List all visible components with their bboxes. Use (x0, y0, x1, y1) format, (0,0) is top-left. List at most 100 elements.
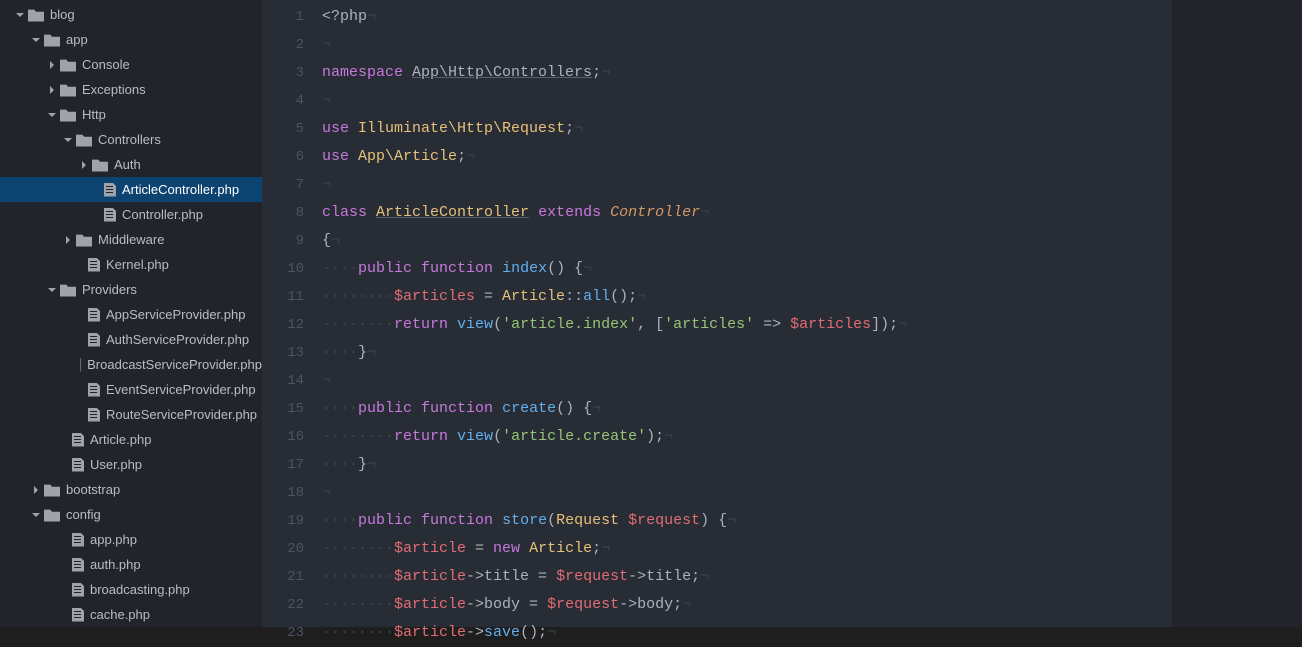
line-number: 14 (262, 367, 322, 395)
tree-item-auth-php[interactable]: auth.php (0, 552, 262, 577)
chevron-right-icon[interactable] (64, 236, 72, 244)
token-ws: ¬ (700, 204, 709, 221)
token-ws: ¬ (664, 428, 673, 445)
token-op: , [ (637, 316, 664, 333)
code-line[interactable]: <?php¬ (322, 3, 1302, 31)
code-line[interactable]: ········$article->body = $request->body;… (322, 591, 1302, 619)
tree-item-label: Controllers (98, 132, 161, 147)
file-icon (104, 183, 116, 197)
code-line[interactable]: ¬ (322, 31, 1302, 59)
token-op: ]); (871, 316, 898, 333)
tree-item-http[interactable]: Http (0, 102, 262, 127)
tree-item-authserviceprovider-php[interactable]: AuthServiceProvider.php (0, 327, 262, 352)
chevron-down-icon[interactable] (48, 111, 56, 119)
chevron-down-icon[interactable] (32, 511, 40, 519)
code-editor[interactable]: 1234567891011121314151617181920212223 <?… (262, 0, 1302, 627)
tree-item-auth[interactable]: Auth (0, 152, 262, 177)
file-tree-sidebar[interactable]: blog appConsole Exceptions Http Controllers A… (0, 0, 262, 627)
tree-item-app[interactable]: app (0, 27, 262, 52)
code-line[interactable]: ¬ (322, 479, 1302, 507)
code-line[interactable]: namespace App\Http\Controllers;¬ (322, 59, 1302, 87)
code-line[interactable]: ····}¬ (322, 451, 1302, 479)
tree-item-appserviceprovider-php[interactable]: AppServiceProvider.php (0, 302, 262, 327)
token-var: $request (547, 596, 619, 613)
tree-item-bootstrap[interactable]: bootstrap (0, 477, 262, 502)
tree-item-middleware[interactable]: Middleware (0, 227, 262, 252)
tree-item-cache-php[interactable]: cache.php (0, 602, 262, 627)
token-str: 'article.index' (502, 316, 637, 333)
code-line[interactable]: ········$article = new Article;¬ (322, 535, 1302, 563)
code-line[interactable]: ········$article->save();¬ (322, 619, 1302, 647)
tree-item-console[interactable]: Console (0, 52, 262, 77)
line-number: 19 (262, 507, 322, 535)
code-line[interactable]: ¬ (322, 87, 1302, 115)
code-line[interactable]: use Illuminate\Http\Request;¬ (322, 115, 1302, 143)
chevron-right-icon[interactable] (48, 61, 56, 69)
code-line[interactable]: ¬ (322, 171, 1302, 199)
token-kw: use (322, 148, 349, 165)
token-op: ; (565, 120, 574, 137)
chevron-down-icon[interactable] (32, 36, 40, 44)
tree-item-label: app.php (90, 532, 137, 547)
line-number: 18 (262, 479, 322, 507)
tree-item-label: Exceptions (82, 82, 146, 97)
token-ws: ········ (322, 316, 394, 333)
code-line[interactable]: ····}¬ (322, 339, 1302, 367)
folder-icon (60, 108, 76, 122)
token-var: $article (394, 596, 466, 613)
tree-item-routeserviceprovider-php[interactable]: RouteServiceProvider.php (0, 402, 262, 427)
tree-item-controller-php[interactable]: Controller.php (0, 202, 262, 227)
chevron-down-icon[interactable] (48, 286, 56, 294)
token-ws: ¬ (466, 148, 475, 165)
tree-item-articlecontroller-php[interactable]: ArticleController.php (0, 177, 262, 202)
tree-item-controllers[interactable]: Controllers (0, 127, 262, 152)
code-line[interactable]: ····public function index() {¬ (322, 255, 1302, 283)
tree-item-label: bootstrap (66, 482, 120, 497)
chevron-right-icon[interactable] (32, 486, 40, 494)
token-op (349, 120, 358, 137)
token-ws: ¬ (322, 484, 331, 501)
code-line[interactable]: ········$article->title = $request->titl… (322, 563, 1302, 591)
tree-item-exceptions[interactable]: Exceptions (0, 77, 262, 102)
tree-item-providers[interactable]: Providers (0, 277, 262, 302)
line-number: 10 (262, 255, 322, 283)
token-op: = (466, 540, 493, 557)
chevron-down-icon[interactable] (16, 11, 24, 19)
tree-item-blog[interactable]: blog (0, 2, 262, 27)
token-op (448, 316, 457, 333)
code-line[interactable]: {¬ (322, 227, 1302, 255)
code-line[interactable]: ····public function create() {¬ (322, 395, 1302, 423)
tree-item-config[interactable]: config (0, 502, 262, 527)
tree-item-label: User.php (90, 457, 142, 472)
tree-item-eventserviceprovider-php[interactable]: EventServiceProvider.php (0, 377, 262, 402)
token-ws: ········ (322, 428, 394, 445)
code-area[interactable]: <?php¬¬namespace App\Http\Controllers;¬¬… (322, 0, 1302, 627)
code-line[interactable]: ········return view('article.create');¬ (322, 423, 1302, 451)
chevron-down-icon[interactable] (64, 136, 72, 144)
tree-item-broadcastserviceprovider-php[interactable]: BroadcastServiceProvider.php (0, 352, 262, 377)
token-op: ->title; (628, 568, 700, 585)
code-line[interactable]: ········$articles = Article::all();¬ (322, 283, 1302, 311)
file-icon (72, 558, 84, 572)
line-number: 4 (262, 87, 322, 115)
tree-item-label: blog (50, 7, 75, 22)
token-ws: ···· (322, 400, 358, 417)
tree-item-app-php[interactable]: app.php (0, 527, 262, 552)
tree-item-article-php[interactable]: Article.php (0, 427, 262, 452)
code-line[interactable]: ¬ (322, 367, 1302, 395)
token-kw: return (394, 428, 448, 445)
token-op: = (475, 288, 502, 305)
code-line[interactable]: ····public function store(Request $reque… (322, 507, 1302, 535)
tree-item-broadcasting-php[interactable]: broadcasting.php (0, 577, 262, 602)
token-ws: ¬ (583, 260, 592, 277)
tree-item-user-php[interactable]: User.php (0, 452, 262, 477)
folder-icon (76, 233, 92, 247)
chevron-right-icon[interactable] (80, 161, 88, 169)
code-line[interactable]: class ArticleController extends Controll… (322, 199, 1302, 227)
token-ws: ¬ (322, 92, 331, 109)
chevron-right-icon[interactable] (48, 86, 56, 94)
tree-item-kernel-php[interactable]: Kernel.php (0, 252, 262, 277)
file-icon (72, 583, 84, 597)
code-line[interactable]: use App\Article;¬ (322, 143, 1302, 171)
code-line[interactable]: ········return view('article.index', ['a… (322, 311, 1302, 339)
